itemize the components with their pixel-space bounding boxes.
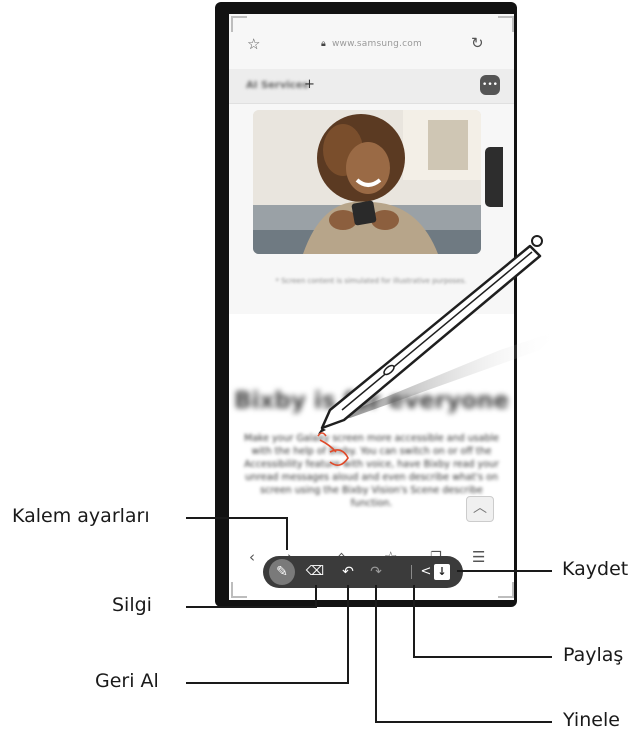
callout-pen-settings: Kalem ayarları bbox=[12, 505, 150, 527]
callout-save: Kaydet bbox=[562, 558, 629, 580]
callout-redo: Yinele bbox=[563, 709, 620, 731]
callout-eraser: Silgi bbox=[112, 594, 152, 616]
callout-share: Paylaş bbox=[563, 644, 624, 666]
callout-lines bbox=[186, 517, 552, 723]
callout-undo: Geri Al bbox=[95, 670, 159, 692]
